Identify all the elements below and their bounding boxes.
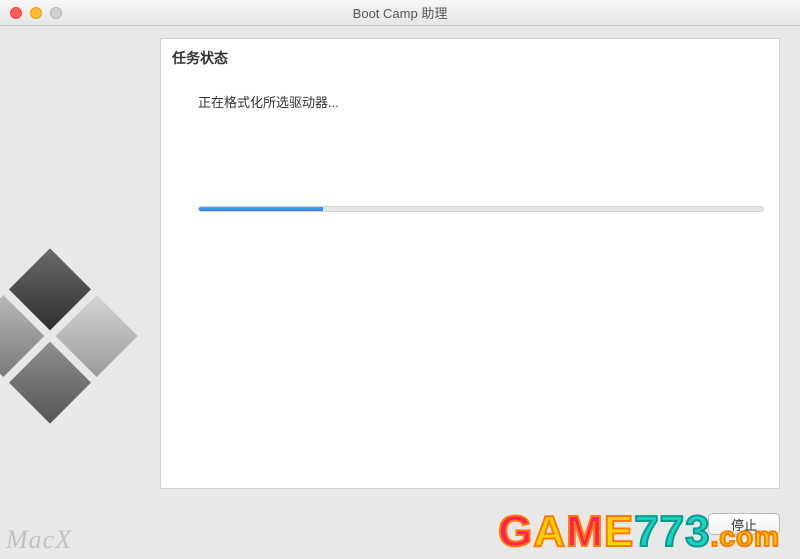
bootcamp-logo-icon bbox=[0, 206, 180, 466]
window-titlebar: Boot Camp 助理 bbox=[0, 0, 800, 26]
progress-bar bbox=[198, 206, 764, 212]
status-heading: 任务状态 bbox=[172, 48, 228, 68]
status-text: 正在格式化所选驱动器... bbox=[198, 92, 339, 111]
close-icon[interactable] bbox=[10, 7, 22, 19]
maximize-icon bbox=[50, 7, 62, 19]
minimize-icon[interactable] bbox=[30, 7, 42, 19]
watermark-macx: MacX bbox=[6, 525, 72, 555]
stop-button[interactable]: 停止 bbox=[708, 513, 780, 535]
window-title: Boot Camp 助理 bbox=[0, 3, 800, 22]
traffic-lights bbox=[10, 7, 62, 19]
content-area: 任务状态 正在格式化所选驱动器... 停止 MacX GAME773.com bbox=[0, 26, 800, 559]
progress-fill bbox=[199, 207, 323, 211]
